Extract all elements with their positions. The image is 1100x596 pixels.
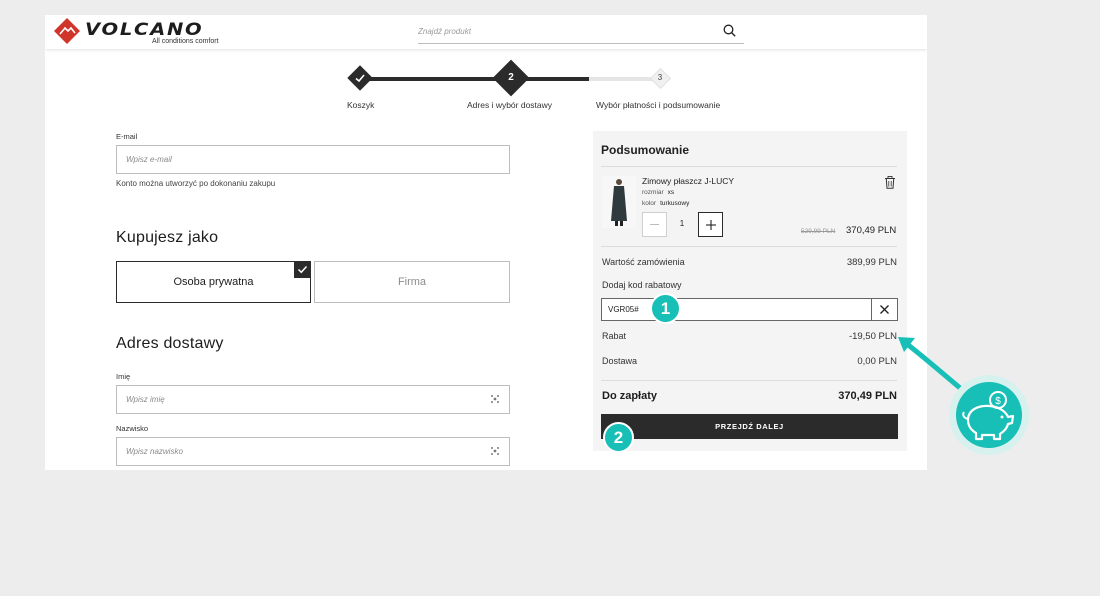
- close-icon: [880, 305, 889, 314]
- svg-text:$: $: [995, 396, 1001, 407]
- discount-label: Rabat: [602, 331, 627, 341]
- company-option[interactable]: Firma: [314, 261, 510, 303]
- coupon-label: Dodaj kod rabatowy: [602, 280, 682, 290]
- site-header: VOLCANO All conditions comfort: [45, 15, 927, 49]
- first-name-field[interactable]: [116, 385, 510, 414]
- order-summary: Podsumowanie Zimowy płaszcz J-LUCY rozmi…: [593, 131, 907, 451]
- order-value: 389,99 PLN: [846, 257, 897, 268]
- email-field[interactable]: [116, 145, 510, 174]
- shipping-value: 0,00 PLN: [857, 356, 897, 367]
- plus-icon: [705, 219, 716, 230]
- autofill-icon[interactable]: [490, 394, 500, 404]
- summary-title: Podsumowanie: [601, 143, 690, 157]
- quantity-increase-button[interactable]: [698, 212, 723, 237]
- total-value: 370,49 PLN: [838, 390, 897, 402]
- buy-as-title: Kupujesz jako: [116, 229, 219, 246]
- step-1-label[interactable]: Koszyk: [347, 100, 374, 110]
- product-color-value: turkusowy: [660, 200, 690, 207]
- checkmark-icon: [355, 74, 365, 83]
- email-label: E-mail: [116, 132, 138, 141]
- annotation-marker-2: 2: [603, 422, 634, 453]
- product-color: kolor turkusowy: [642, 200, 689, 207]
- order-value-label: Wartość zamówienia: [602, 257, 685, 267]
- total-label: Do zapłaty: [602, 390, 658, 402]
- step-3-label: Wybór płatności i podsumowanie: [596, 100, 721, 110]
- product-color-label: kolor: [642, 200, 657, 207]
- step-2-label: Adres i wybór dostawy: [467, 100, 553, 110]
- last-name-field[interactable]: [116, 437, 510, 466]
- step-3-number: 3: [657, 73, 663, 82]
- product-name[interactable]: Zimowy płaszcz J-LUCY: [642, 176, 734, 186]
- volcano-logo[interactable]: VOLCANO All conditions comfort: [54, 18, 224, 46]
- summary-divider: [601, 380, 897, 381]
- last-name-label: Nazwisko: [116, 424, 149, 433]
- logo-wordmark: VOLCANO: [85, 20, 204, 40]
- checkout-stepper: 2 3 Koszyk Adres i wybór dostawy Wybór p…: [45, 55, 927, 117]
- summary-divider: [601, 246, 897, 247]
- account-hint: Konto można utworzyć po dokonaniu zakupu: [116, 179, 276, 188]
- product-size-label: rozmiar: [642, 189, 664, 196]
- search-bar: [418, 19, 744, 44]
- private-person-option[interactable]: Osoba prywatna: [116, 261, 311, 303]
- discount-value: -19,50 PLN: [848, 331, 897, 342]
- product-image[interactable]: [602, 176, 636, 228]
- coupon-code-field[interactable]: [601, 298, 872, 321]
- first-name-label: Imię: [116, 372, 131, 381]
- annotation-marker-1: 1: [650, 293, 681, 324]
- autofill-icon[interactable]: [490, 446, 500, 456]
- quantity-decrease-button[interactable]: [642, 212, 667, 237]
- product-size: rozmiar xs: [642, 189, 674, 196]
- step-2-number: 2: [508, 72, 514, 83]
- logo-tagline: All conditions comfort: [152, 38, 219, 45]
- search-icon[interactable]: [723, 24, 736, 37]
- selected-check-icon: [294, 261, 311, 278]
- last-name-wrapper: [116, 437, 510, 466]
- quantity-value: 1: [679, 219, 685, 228]
- product-size-value: xs: [667, 189, 675, 196]
- minus-icon: [650, 224, 659, 225]
- delivery-address-title: Adres dostawy: [116, 335, 224, 352]
- product-price: 370,49 PLN: [846, 225, 897, 236]
- checkout-page: VOLCANO All conditions comfort 2 3 Koszy…: [45, 15, 927, 470]
- search-input[interactable]: [418, 24, 708, 38]
- proceed-button[interactable]: PRZEJDŹ DALEJ: [601, 414, 898, 439]
- coupon-clear-button[interactable]: [871, 298, 898, 321]
- piggy-bank-icon: $: [949, 375, 1029, 455]
- company-label: Firma: [397, 276, 427, 288]
- first-name-wrapper: [116, 385, 510, 414]
- summary-divider: [601, 166, 897, 167]
- volcano-logo-icon: [54, 18, 80, 44]
- shipping-label: Dostawa: [602, 356, 638, 366]
- private-person-label: Osoba prywatna: [173, 276, 254, 288]
- product-old-price: 529,99 PLN: [801, 228, 836, 235]
- stepper-line-done: [361, 77, 511, 81]
- trash-icon[interactable]: [884, 176, 896, 189]
